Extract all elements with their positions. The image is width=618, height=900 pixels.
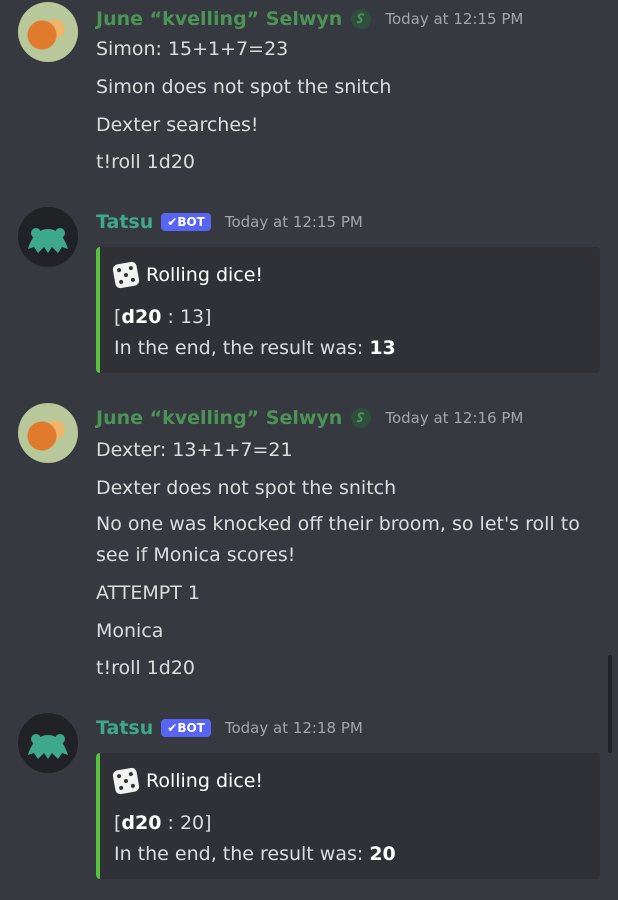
- avatar[interactable]: [18, 207, 78, 267]
- result-line: In the end, the result was: 20: [114, 843, 396, 865]
- result-value: 13: [369, 337, 396, 359]
- avatar[interactable]: [18, 2, 78, 62]
- message-line: Simon does not spot the snitch: [96, 76, 392, 98]
- message-line: Monica: [96, 620, 164, 642]
- roll-sep: :: [161, 812, 180, 834]
- tatsu-avatar-icon: [28, 228, 68, 253]
- bot-tag: ✔BOT: [161, 213, 211, 231]
- roll-close: ]: [204, 812, 212, 834]
- tatsu-avatar-icon: [28, 734, 68, 759]
- timestamp: Today at 12:15 PM: [385, 10, 524, 28]
- roll-value: 20: [179, 812, 205, 834]
- roll-close: ]: [204, 306, 212, 328]
- embed-title-text: Rolling dice!: [146, 264, 264, 286]
- dice-embed: Rolling dice! [d20 : 13] In the end, the…: [96, 247, 600, 373]
- username[interactable]: Tatsu: [96, 211, 153, 233]
- slytherin-role-icon[interactable]: [351, 408, 372, 428]
- username[interactable]: Tatsu: [96, 717, 153, 739]
- result-line: In the end, the result was: 13: [114, 337, 396, 359]
- timestamp: Today at 12:16 PM: [385, 409, 524, 427]
- embed-title: Rolling dice!: [112, 261, 264, 289]
- slytherin-role-icon[interactable]: [351, 9, 372, 29]
- bot-tag: ✔BOT: [161, 719, 211, 737]
- avatar[interactable]: [18, 713, 78, 773]
- roll-die: d20: [121, 306, 162, 328]
- scrollbar[interactable]: [608, 655, 612, 753]
- roll-line: [d20 : 13]: [114, 306, 212, 328]
- message-line: Dexter does not spot the snitch: [96, 477, 397, 499]
- result-prefix: In the end, the result was:: [114, 337, 370, 359]
- message-header: June “kvelling” Selwyn Today at 12:16 PM: [96, 407, 523, 429]
- message-header: June “kvelling” Selwyn Today at 12:15 PM: [96, 8, 523, 30]
- dice-embed: Rolling dice! [d20 : 20] In the end, the…: [96, 753, 600, 879]
- result-prefix: In the end, the result was:: [114, 843, 370, 865]
- roll-line: [d20 : 20]: [114, 812, 212, 834]
- timestamp: Today at 12:18 PM: [224, 719, 363, 737]
- message-line: t!roll 1d20: [96, 657, 196, 679]
- username[interactable]: June “kvelling” Selwyn: [96, 407, 342, 429]
- timestamp: Today at 12:15 PM: [224, 213, 363, 231]
- message-line: Dexter: 13+1+7=21: [96, 439, 293, 461]
- username[interactable]: June “kvelling” Selwyn: [96, 8, 342, 30]
- message-header: Tatsu ✔BOT Today at 12:18 PM: [96, 717, 363, 739]
- avatar[interactable]: [18, 403, 78, 463]
- result-value: 20: [369, 843, 396, 865]
- message-line: No one was knocked off their broom, so l…: [96, 513, 580, 566]
- message-header: Tatsu ✔BOT Today at 12:15 PM: [96, 211, 363, 233]
- roll-sep: :: [161, 306, 180, 328]
- die-icon: [112, 261, 140, 289]
- message-line: ATTEMPT 1: [96, 582, 200, 604]
- roll-die: d20: [121, 812, 162, 834]
- embed-title: Rolling dice!: [112, 767, 264, 795]
- roll-value: 13: [179, 306, 205, 328]
- message-line: Simon: 15+1+7=23: [96, 38, 289, 60]
- message-line: Dexter searches!: [96, 114, 259, 136]
- die-icon: [112, 767, 140, 795]
- message-line: t!roll 1d20: [96, 151, 196, 173]
- embed-title-text: Rolling dice!: [146, 770, 264, 792]
